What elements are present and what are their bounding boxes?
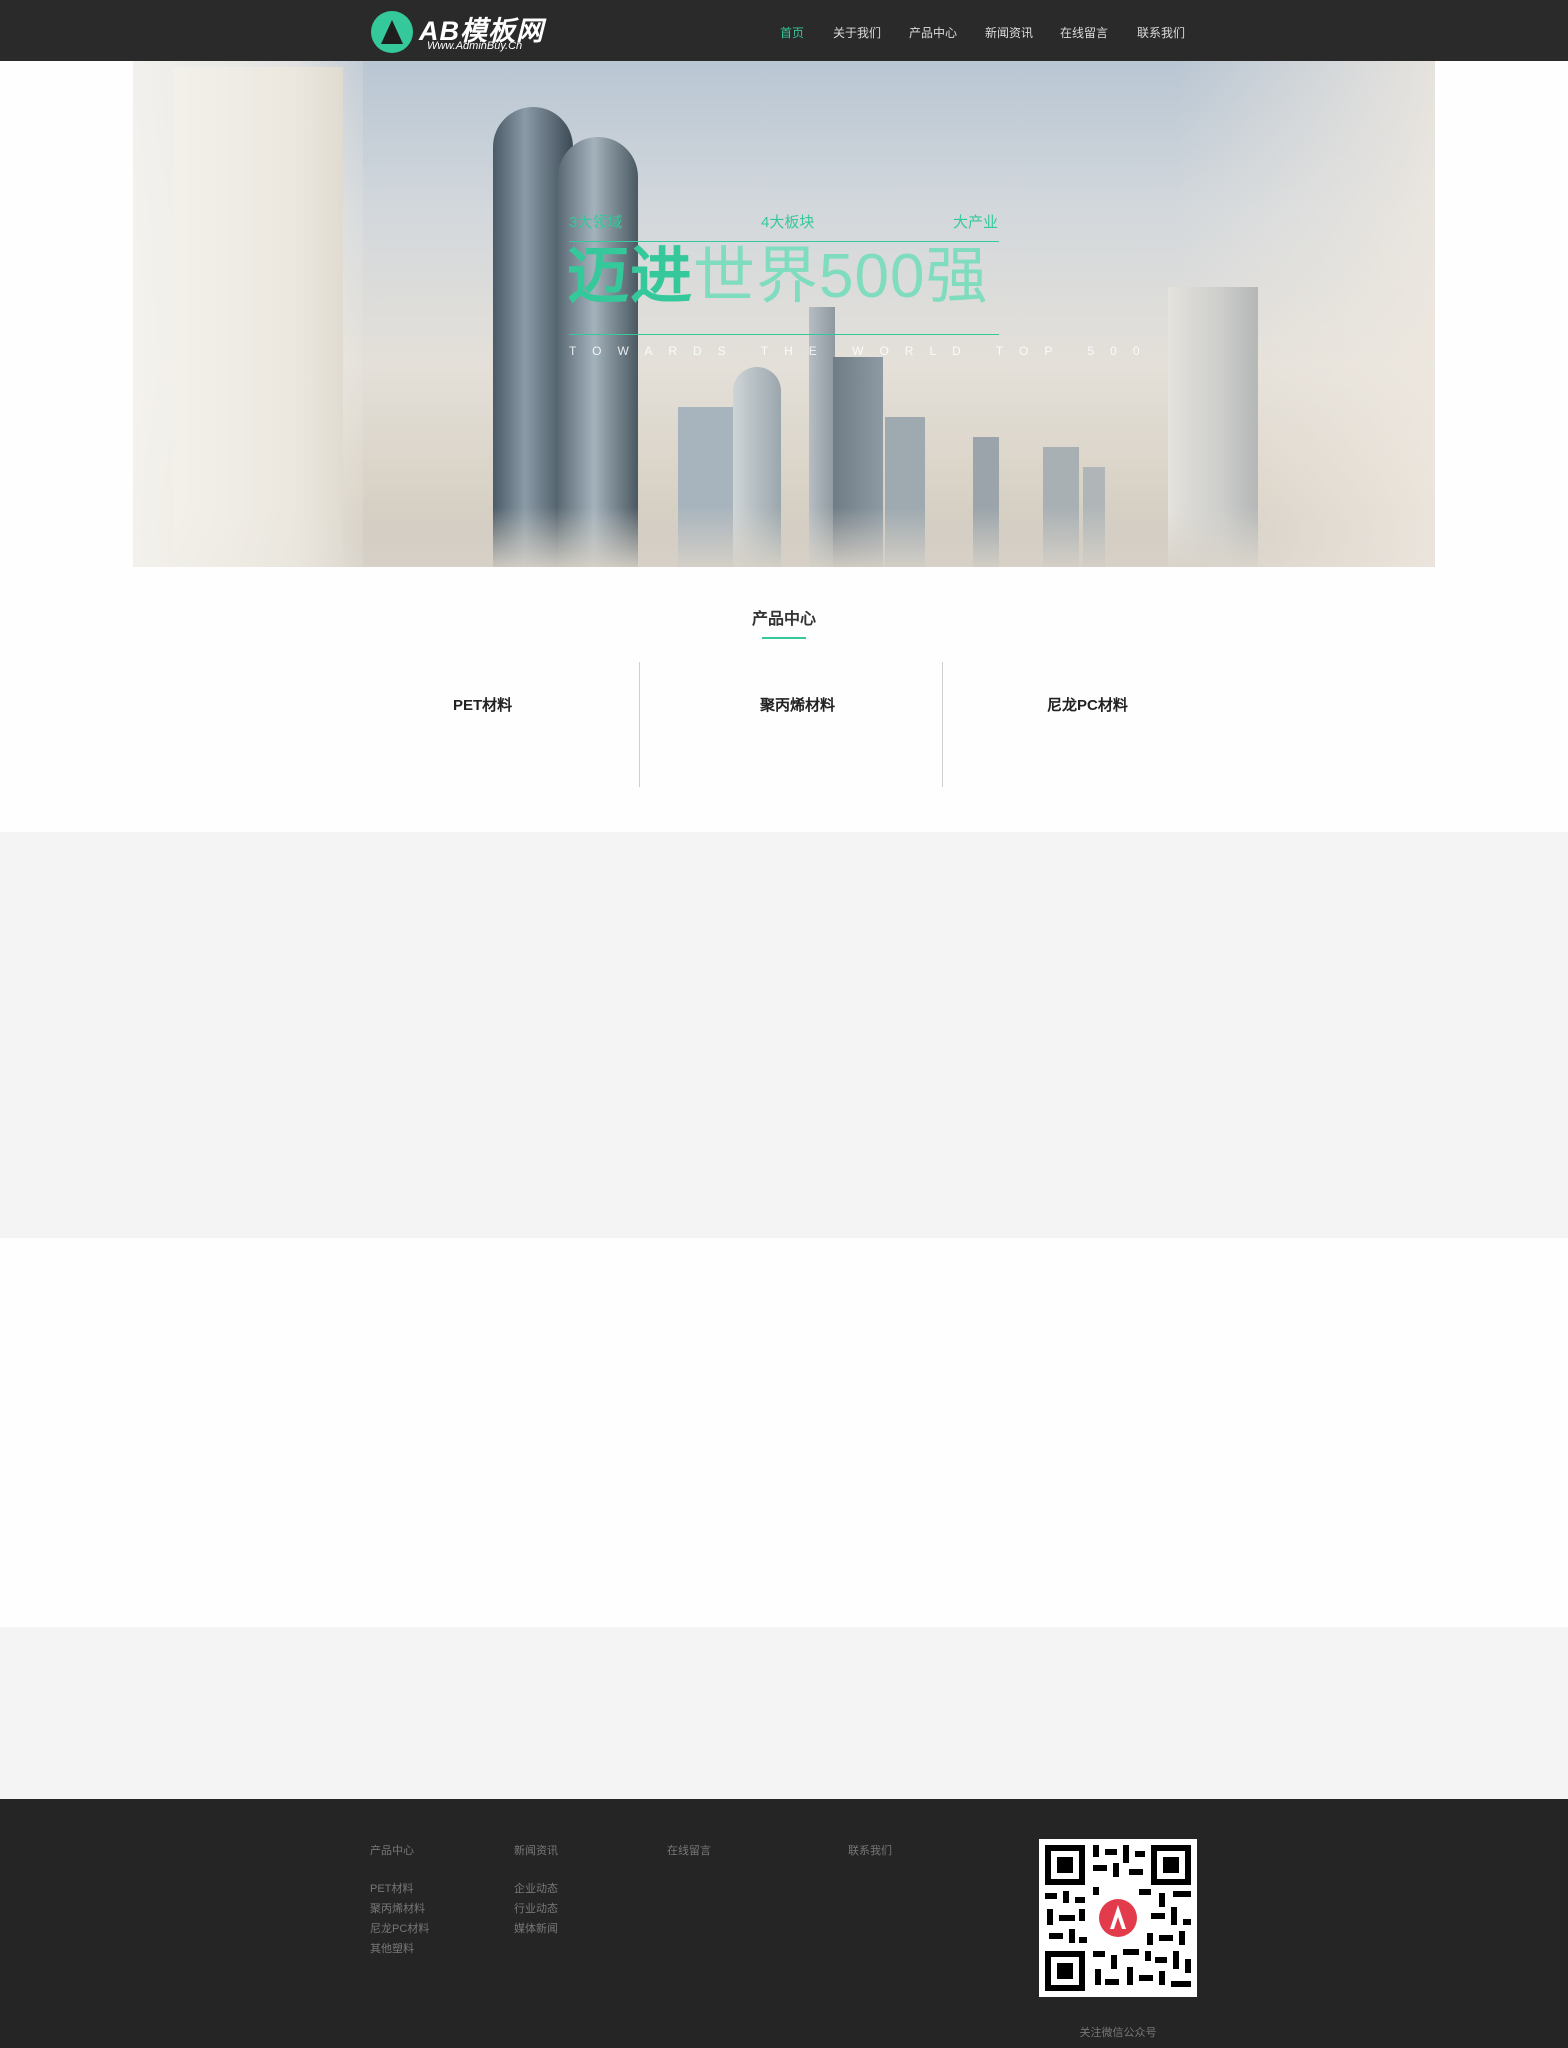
footer-col-contact[interactable]: 联系我们: [848, 1842, 892, 1858]
slogan-industries: 大产业: [953, 214, 999, 231]
nav-home[interactable]: 首页: [780, 24, 804, 41]
slogan-english: TOWARDS THE WORLD TOP 500: [569, 344, 1156, 358]
category-divider: [639, 662, 640, 787]
category-divider: [942, 662, 943, 787]
footer-link[interactable]: 行业动态: [514, 1900, 558, 1916]
slogan-bottom-rule: [569, 334, 999, 335]
qr-code-graphic: [1039, 1839, 1197, 1997]
nav-about[interactable]: 关于我们: [833, 24, 881, 41]
content-band-grey: [0, 832, 1568, 1238]
nav-contact[interactable]: 联系我们: [1137, 24, 1185, 41]
logo-icon: [371, 11, 413, 53]
banner-right-fade: [1175, 61, 1435, 567]
site-header: AB模板网 Www.AdminBuy.Cn 首页 关于我们 产品中心 新闻资讯 …: [0, 0, 1568, 61]
site-footer: 产品中心 PET材料 聚丙烯材料 尼龙PC材料 其他塑料 新闻资讯 企业动态 行…: [0, 1799, 1568, 2048]
category-nylon-pc[interactable]: 尼龙PC材料: [1047, 694, 1128, 715]
slogan-main-bold: 迈进: [567, 242, 694, 311]
footer-col-news[interactable]: 新闻资讯: [514, 1842, 558, 1858]
footer-link[interactable]: 聚丙烯材料: [370, 1900, 425, 1916]
products-section-title: 产品中心: [751, 611, 816, 628]
footer-link[interactable]: 媒体新闻: [514, 1920, 558, 1936]
slogan-main: 迈进世界500强: [567, 246, 988, 308]
footer-link[interactable]: 其他塑料: [370, 1940, 414, 1956]
slogan-fields: 3大领域: [569, 214, 623, 231]
footer-col-products[interactable]: 产品中心: [370, 1842, 414, 1858]
footer-col-message[interactable]: 在线留言: [667, 1842, 711, 1858]
slogan-sectors: 4大板块: [761, 214, 815, 231]
slogan-main-light: 世界500强: [693, 242, 989, 311]
footer-link[interactable]: PET材料: [370, 1880, 413, 1896]
banner-left-fade: [133, 61, 363, 567]
footer-link[interactable]: 企业动态: [514, 1880, 558, 1896]
site-logo[interactable]: AB模板网 Www.AdminBuy.Cn: [371, 9, 551, 55]
products-title-underline: [762, 637, 806, 639]
footer-link[interactable]: 尼龙PC材料: [370, 1920, 429, 1936]
category-polypropylene[interactable]: 聚丙烯材料: [760, 694, 835, 715]
logo-url: Www.AdminBuy.Cn: [427, 40, 523, 52]
hero-banner[interactable]: 3大领域 4大板块 大产业 迈进世界500强 TOWARDS THE WORLD…: [133, 61, 1435, 567]
nav-products[interactable]: 产品中心: [909, 24, 957, 41]
wechat-qr-code: [1039, 1839, 1197, 1997]
category-pet[interactable]: PET材料: [453, 694, 512, 715]
nav-message[interactable]: 在线留言: [1060, 24, 1108, 41]
content-band-grey: [0, 1627, 1568, 1799]
qr-caption: 关注微信公众号: [1079, 2027, 1157, 2039]
nav-news[interactable]: 新闻资讯: [985, 24, 1033, 41]
